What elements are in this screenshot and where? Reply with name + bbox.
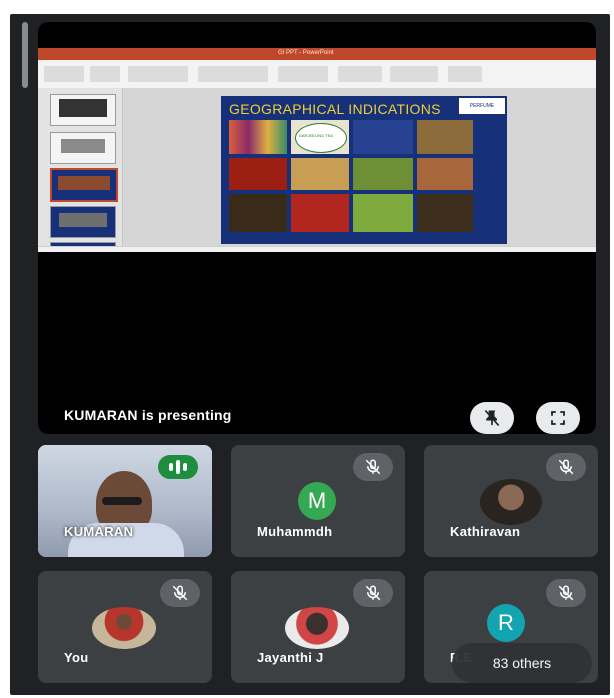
participant-tile-kumaran[interactable]: KUMARAN [38,445,212,557]
mic-off-badge [353,453,393,481]
powerpoint-ribbon [38,60,596,89]
participant-name: Kathiravan [450,524,521,539]
avatar [285,607,349,649]
mic-off-badge [546,579,586,607]
participant-name: You [64,650,89,665]
participant-tile-muhammdh[interactable]: M Muhammdh [231,445,405,557]
participant-name: Jayanthi J [257,650,324,665]
slide-title: GEOGRAPHICAL INDICATIONS [229,101,441,117]
presenting-label: KUMARAN is presenting [64,407,232,423]
mic-off-icon [172,585,188,601]
pin-off-icon [484,409,500,427]
powerpoint-status-bar [38,246,596,252]
avatar [92,607,156,649]
participant-tile-kathiravan[interactable]: Kathiravan [424,445,598,557]
speaking-indicator [158,455,198,479]
scrollbar-thumb[interactable] [22,22,28,88]
others-participants-button[interactable]: 83 others [452,643,592,683]
avatar [480,479,542,525]
participant-tile-you[interactable]: You [38,571,212,683]
participant-name: KUMARAN [64,524,134,539]
participant-tile-jayanthi[interactable]: Jayanthi J [231,571,405,683]
presentation-stage[interactable]: GI PPT - PowerPoint GEOGRAPHICAL INDICAT… [38,22,596,434]
avatar-letter: M [298,482,336,520]
avatar: M [285,481,349,521]
avatar-letter: R [487,604,525,642]
mic-off-badge [546,453,586,481]
shared-screen: GI PPT - PowerPoint GEOGRAPHICAL INDICAT… [38,48,596,252]
mic-off-icon [365,459,381,475]
app-title: GI PPT - PowerPoint [278,50,334,56]
fullscreen-button[interactable] [536,402,580,434]
meet-window: GI PPT - PowerPoint GEOGRAPHICAL INDICAT… [10,14,610,695]
current-slide: GEOGRAPHICAL INDICATIONS PERFUME DARJEEL… [221,96,507,244]
mic-off-icon [558,459,574,475]
slide-logo: PERFUME [459,98,505,114]
mic-off-badge [160,579,200,607]
powerpoint-title-bar: GI PPT - PowerPoint [38,48,596,60]
avatar: R [474,603,538,643]
participant-name: Muhammdh [257,524,333,539]
unpin-button[interactable] [470,402,514,434]
mic-off-icon [365,585,381,601]
gi-badge: DARJEELING TEA [299,133,333,138]
slide-thumbnails [38,88,123,252]
fullscreen-icon [551,411,565,425]
mic-off-badge [353,579,393,607]
mic-off-icon [558,585,574,601]
